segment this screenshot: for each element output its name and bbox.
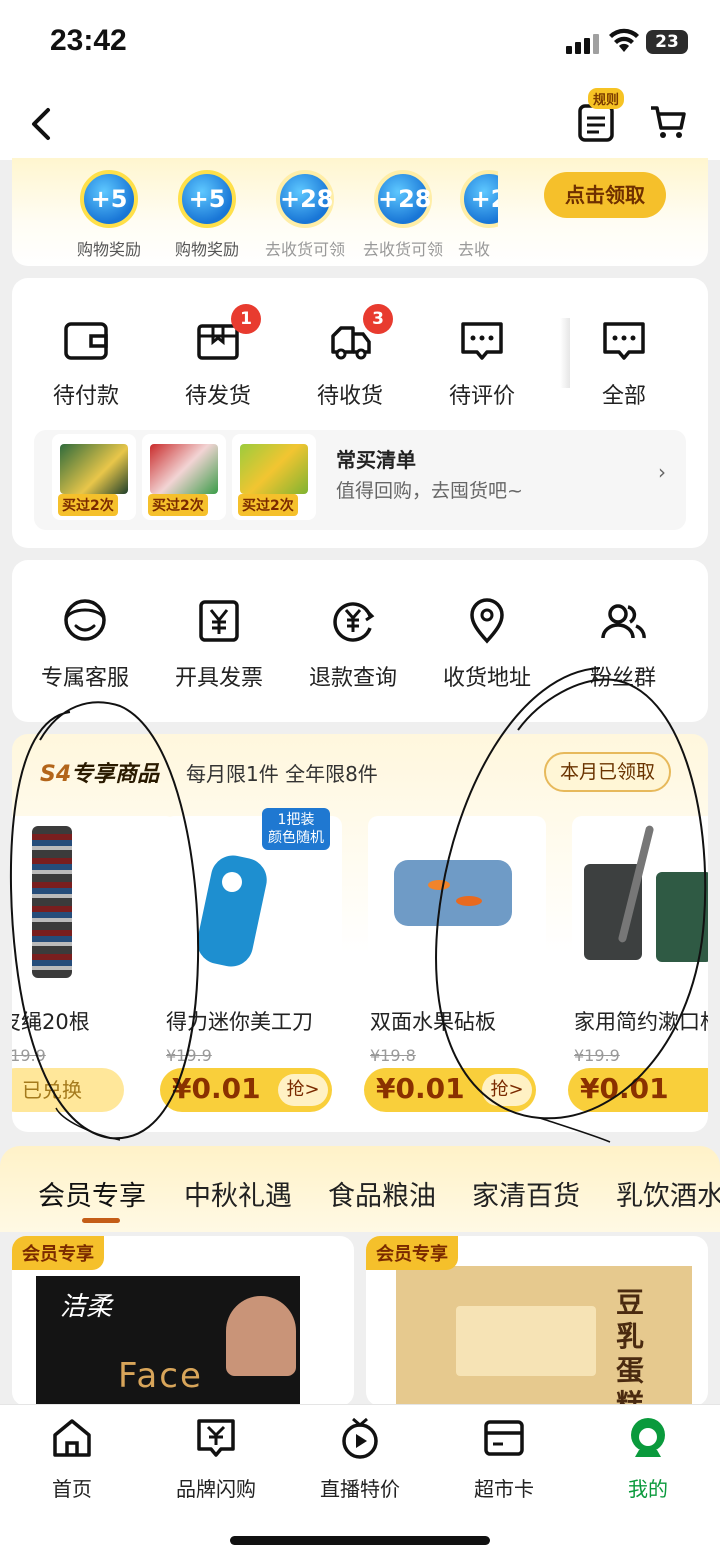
rules-badge[interactable]: 规则 — [588, 88, 625, 109]
wifi-icon — [609, 28, 639, 52]
status-bar: 23:42 23 — [0, 0, 720, 88]
badge-count: 3 — [363, 304, 393, 334]
service-address[interactable]: 收货地址 — [422, 596, 552, 692]
order-card: 待付款 1 待发货 3 待收货 待评价 全部 买过2次 买过2次 买过2次 常买… — [12, 278, 708, 548]
product-image: 豆乳蛋糕 — [396, 1266, 692, 1406]
exclusive-products-section: S4专享商品 每月限1件 全年限8件 本月已领取 皮绳20根 ¥19.9 已兑换… — [12, 734, 708, 1132]
profile-face-icon — [631, 1418, 665, 1457]
product-card[interactable]: 1把装 颜色随机 得力迷你美工刀 ¥19.9 ¥0.01 抢> — [160, 808, 350, 1112]
home-indicator — [230, 1536, 490, 1545]
product-card[interactable]: 家用简约漱口杯 ¥19.9 ¥0.01 抢 — [568, 816, 708, 1112]
frequent-subtitle: 值得回购，去囤货吧~ — [336, 480, 523, 502]
frequent-title: 常买清单 — [336, 448, 416, 472]
tabbar-brand-flash[interactable]: 品牌闪购 — [156, 1415, 276, 1502]
order-pending-receipt[interactable]: 3 待收货 — [300, 304, 400, 410]
member-exclusive-tag: 会员专享 — [366, 1236, 458, 1270]
service-refund[interactable]: 退款查询 — [288, 596, 418, 692]
top-nav: 规则 — [0, 88, 720, 160]
invoice-yen-icon — [199, 600, 239, 642]
reward-coin[interactable]: +5 购物奖励 — [64, 170, 154, 260]
member-exclusive-tag: 会员专享 — [12, 1236, 104, 1270]
buy-button[interactable]: ¥0.01 抢 — [568, 1068, 708, 1112]
order-pending-payment[interactable]: 待付款 — [36, 316, 136, 410]
service-card: 专属客服 开具发票 退款查询 收货地址 粉丝群 — [12, 560, 708, 722]
badge-count: 1 — [231, 304, 261, 334]
product-thumbnail: 买过2次 — [142, 434, 226, 520]
order-pending-shipment[interactable]: 1 待发货 — [168, 304, 268, 410]
redeemed-button[interactable]: 已兑换 — [12, 1068, 124, 1112]
product-image — [368, 816, 546, 986]
reward-coin[interactable]: +28 去收货可领 — [260, 170, 350, 260]
wallet-icon — [64, 322, 108, 360]
active-tab-indicator — [82, 1218, 120, 1223]
status-time: 23:42 — [50, 24, 127, 57]
back-arrow-icon[interactable] — [24, 104, 60, 144]
battery-icon: 23 — [646, 30, 688, 54]
order-all[interactable]: 全部 — [574, 316, 674, 410]
customer-service-icon — [64, 599, 106, 641]
service-invoice[interactable]: 开具发票 — [154, 596, 284, 692]
tab-household[interactable]: 家清百货 — [472, 1174, 580, 1213]
claim-reward-button[interactable]: 点击领取 — [544, 172, 666, 218]
divider — [560, 318, 570, 388]
page: 23:42 23 规则 +5 购物奖励 +5 购物奖励 +28 去收货可领 +2… — [0, 0, 720, 1558]
order-pending-review[interactable]: 待评价 — [432, 316, 532, 410]
frequent-purchase-list[interactable]: 买过2次 买过2次 买过2次 常买清单 值得回购，去囤货吧~ › — [34, 430, 686, 530]
product-image — [12, 816, 176, 986]
buy-button[interactable]: ¥0.01 抢> — [364, 1068, 536, 1112]
all-orders-icon — [603, 322, 645, 360]
product-thumbnail: 买过2次 — [52, 434, 136, 520]
home-icon — [53, 1419, 91, 1457]
goods-card[interactable]: 豆乳蛋糕 会员专享 — [366, 1236, 708, 1406]
product-image: 洁柔 Face — [36, 1276, 300, 1406]
service-customer-support[interactable]: 专属客服 — [20, 596, 150, 692]
buy-button[interactable]: ¥0.01 抢> — [160, 1068, 332, 1112]
live-play-icon — [342, 1417, 378, 1459]
location-pin-icon — [470, 598, 504, 644]
product-image: 1把装 颜色随机 — [164, 808, 342, 986]
product-thumbnail: 买过2次 — [232, 434, 316, 520]
product-card[interactable]: 双面水果砧板 ¥19.8 ¥0.01 抢> — [364, 816, 554, 1112]
exclusive-title: S4专享商品 — [40, 762, 160, 787]
category-tabs: 会员专享 中秋礼遇 食品粮油 家清百货 乳饮酒水 — [0, 1146, 720, 1232]
tabbar-home[interactable]: 首页 — [12, 1415, 132, 1502]
tabbar-market-card[interactable]: 超市卡 — [444, 1415, 564, 1502]
tabbar-mine[interactable]: 我的 — [588, 1415, 708, 1502]
claimed-status-button[interactable]: 本月已领取 — [544, 752, 672, 792]
tab-food-grain-oil[interactable]: 食品粮油 — [328, 1174, 436, 1213]
signal-icon — [566, 32, 602, 54]
product-image — [572, 816, 708, 986]
tab-dairy-drinks[interactable]: 乳饮酒水 — [616, 1174, 720, 1213]
tabbar-live[interactable]: 直播特价 — [300, 1415, 420, 1502]
tab-member-exclusive[interactable]: 会员专享 — [38, 1174, 146, 1213]
product-card[interactable]: 皮绳20根 ¥19.9 已兑换 — [12, 816, 184, 1112]
group-users-icon — [601, 604, 646, 639]
service-fan-group[interactable]: 粉丝群 — [558, 596, 688, 692]
goods-card[interactable]: 洁柔 Face 会员专享 — [12, 1236, 354, 1406]
chevron-right-icon: › — [658, 460, 666, 484]
reward-coin[interactable]: +5 购物奖励 — [162, 170, 252, 260]
reward-strip: +5 购物奖励 +5 购物奖励 +28 去收货可领 +28 去收货可领 +2 去… — [12, 158, 708, 266]
bottom-tab-bar: 首页 品牌闪购 直播特价 超市卡 我的 — [0, 1404, 720, 1558]
brand-flash-yen-icon — [197, 1419, 235, 1457]
reward-coin[interactable]: +28 去收货可领 — [358, 170, 448, 260]
reward-coin[interactable]: +2 去收 — [456, 170, 498, 260]
tab-mid-autumn[interactable]: 中秋礼遇 — [184, 1174, 292, 1213]
chat-review-icon — [461, 322, 503, 360]
refund-icon — [333, 602, 375, 642]
card-icon — [484, 1420, 524, 1456]
exclusive-limit-text: 每月限1件 全年限8件 — [186, 762, 378, 786]
cart-icon[interactable] — [648, 102, 688, 142]
